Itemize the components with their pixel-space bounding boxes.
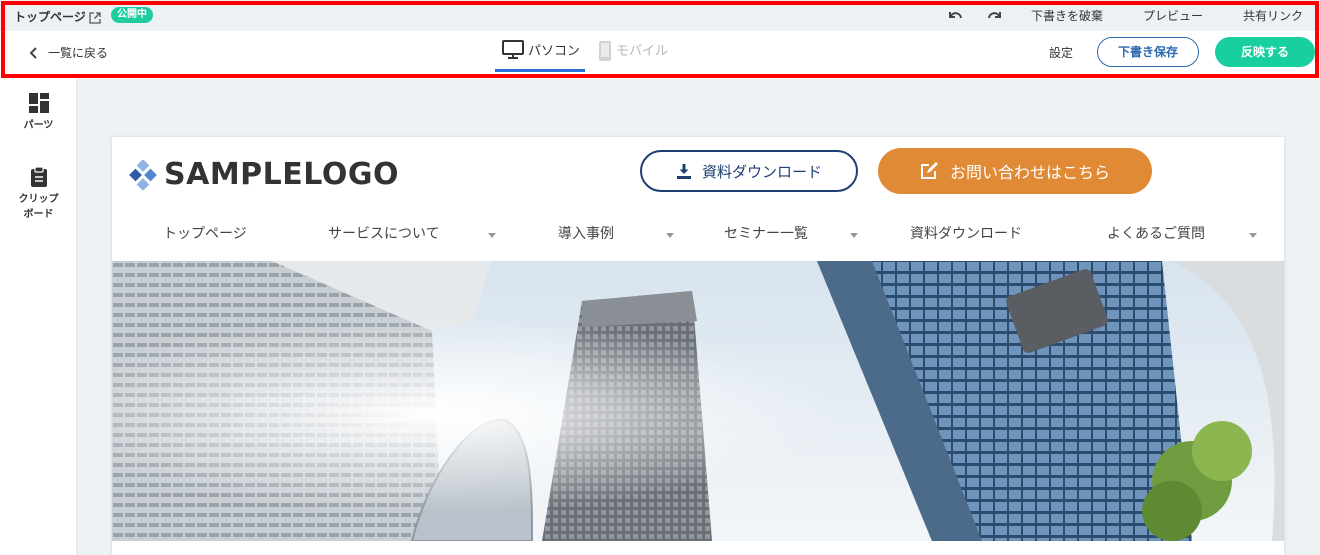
logo-text: SAMPLELOGO bbox=[164, 157, 399, 192]
logo-mark-icon bbox=[129, 159, 157, 190]
mobile-icon bbox=[599, 41, 611, 61]
chevron-down-icon[interactable] bbox=[1249, 233, 1257, 238]
back-to-list-link[interactable]: 一覧に戻る bbox=[28, 44, 108, 61]
contact-button[interactable]: お問い合わせはこちら bbox=[878, 148, 1152, 194]
undo-icon[interactable] bbox=[946, 8, 964, 24]
back-to-list-label: 一覧に戻る bbox=[48, 46, 109, 60]
contact-label: お問い合わせはこちら bbox=[949, 163, 1110, 182]
nav-item-downloads[interactable]: 資料ダウンロード bbox=[910, 223, 1022, 243]
preview-button[interactable]: プレビュー bbox=[1143, 7, 1203, 24]
chevron-left-icon bbox=[29, 46, 37, 59]
editor-header: トップページ 公開中 下書きを破棄 プレビュー 共有リンク 一覧に戻る パソコン bbox=[0, 0, 1320, 79]
publish-button[interactable]: 反映する bbox=[1215, 37, 1315, 67]
download-materials-button[interactable]: 資料ダウンロード bbox=[640, 150, 858, 192]
tab-pc-label: パソコン bbox=[528, 44, 581, 59]
nav-item-seminars[interactable]: セミナー一覧 bbox=[724, 223, 808, 243]
sidebar-item-parts[interactable]: パーツ bbox=[0, 92, 77, 133]
top-strip: トップページ 公開中 下書きを破棄 プレビュー 共有リンク bbox=[0, 0, 1320, 31]
sidebar-item-clipboard-label-2: ボード bbox=[23, 209, 54, 220]
sidebar-item-clipboard-label-1: クリップ bbox=[18, 194, 59, 205]
clipboard-icon bbox=[30, 166, 47, 187]
nav-item-cases[interactable]: 導入事例 bbox=[558, 223, 614, 243]
hero-skyscrapers-image bbox=[112, 261, 1284, 541]
editor-canvas: SAMPLELOGO 資料ダウンロード お問い合わせはこちら トップページ サー… bbox=[77, 79, 1320, 555]
site-global-nav: トップページ サービスについて 導入事例 セミナー一覧 資料ダウンロード よくあ… bbox=[112, 217, 1284, 261]
download-materials-label: 資料ダウンロード bbox=[701, 162, 822, 181]
site-preview[interactable]: SAMPLELOGO 資料ダウンロード お問い合わせはこちら トップページ サー… bbox=[112, 137, 1284, 555]
discard-draft-button[interactable]: 下書きを破棄 bbox=[1031, 7, 1103, 24]
nav-item-top[interactable]: トップページ bbox=[163, 223, 247, 243]
nav-item-services[interactable]: サービスについて bbox=[328, 223, 440, 243]
app-root: トップページ 公開中 下書きを破棄 プレビュー 共有リンク 一覧に戻る パソコン bbox=[0, 0, 1320, 555]
tab-mobile[interactable]: モバイル bbox=[598, 40, 678, 72]
save-draft-button[interactable]: 下書き保存 bbox=[1097, 37, 1199, 67]
site-logo[interactable]: SAMPLELOGO bbox=[128, 157, 399, 192]
editor-sidebar: パーツ クリップ ボード bbox=[0, 79, 77, 555]
chevron-down-icon[interactable] bbox=[488, 233, 496, 238]
share-link-button[interactable]: 共有リンク bbox=[1243, 7, 1303, 24]
settings-button[interactable]: 設定 bbox=[1049, 44, 1073, 61]
external-link-icon[interactable] bbox=[89, 9, 101, 24]
tab-pc[interactable]: パソコン bbox=[495, 40, 585, 72]
chevron-down-icon[interactable] bbox=[666, 233, 674, 238]
hero-image bbox=[112, 261, 1284, 541]
sidebar-item-parts-label: パーツ bbox=[23, 120, 54, 131]
edit-icon bbox=[920, 162, 938, 179]
desktop-icon bbox=[502, 40, 524, 59]
sidebar-item-clipboard[interactable]: クリップ ボード bbox=[0, 166, 77, 222]
redo-icon[interactable] bbox=[986, 8, 1004, 24]
chevron-down-icon[interactable] bbox=[850, 233, 858, 238]
page-name: トップページ bbox=[14, 10, 86, 24]
nav-item-faq[interactable]: よくあるご質問 bbox=[1107, 223, 1205, 243]
download-icon bbox=[676, 164, 691, 179]
tab-mobile-label: モバイル bbox=[616, 44, 669, 59]
dashboard-icon bbox=[28, 93, 49, 113]
status-badge: 公開中 bbox=[111, 7, 153, 23]
